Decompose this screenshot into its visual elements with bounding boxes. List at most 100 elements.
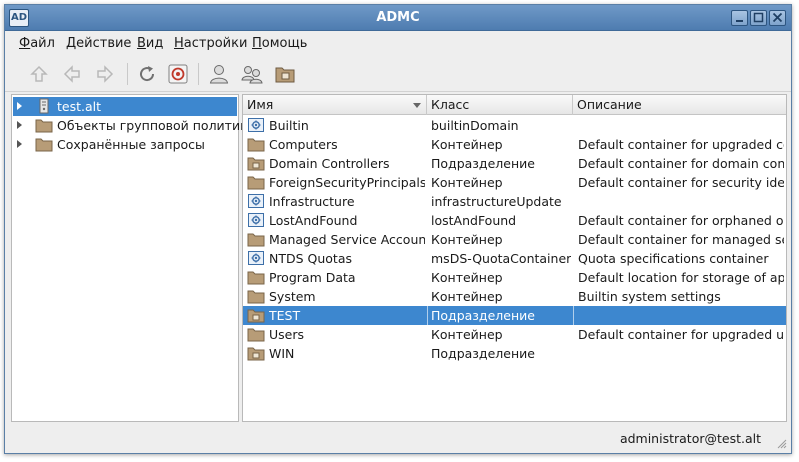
column-header-label: Класс <box>431 97 470 112</box>
new-group-button[interactable] <box>240 62 264 86</box>
table-row[interactable]: WIN Подразделение <box>243 344 786 363</box>
folder-icon <box>35 138 53 152</box>
forward-button[interactable] <box>93 62 117 86</box>
window-title: ADMC <box>376 10 420 25</box>
folder-icon <box>35 119 53 133</box>
folder-icon <box>247 138 265 152</box>
column-header-class[interactable]: Класс <box>427 95 573 115</box>
tree-item-saved-queries[interactable]: Сохранённые запросы <box>13 135 237 154</box>
column-header-label: Имя <box>247 97 274 112</box>
folder-icon <box>247 290 265 304</box>
builtin-icon <box>248 213 264 227</box>
cell-class: Подразделение <box>431 156 535 171</box>
cell-name: System <box>269 289 316 304</box>
back-icon <box>63 65 80 83</box>
table-row[interactable]: Managed Service Accounts Контейнер Default… <box>243 230 786 249</box>
toolbar <box>5 56 791 92</box>
menu-help[interactable]: Помощь <box>252 36 307 54</box>
title-bar[interactable]: AD ADMC <box>5 5 791 31</box>
list-header: Имя Класс Описание <box>243 95 786 115</box>
manual-search-icon <box>168 64 188 84</box>
cell-name: Users <box>269 327 305 342</box>
cell-description: Default container for domain contr... <box>578 156 784 171</box>
folder-icon <box>247 271 265 285</box>
forward-icon <box>97 65 114 83</box>
object-list: Имя Класс Описание Builtin builtinDomain C… <box>242 94 787 422</box>
cell-name: TEST <box>269 308 301 323</box>
table-row[interactable]: Infrastructure infrastructureUpdate <box>243 192 786 211</box>
column-divider <box>427 306 428 325</box>
minimize-button[interactable] <box>731 10 748 26</box>
cell-description: Default container for security ident... <box>578 175 784 190</box>
table-row[interactable]: TEST Подразделение <box>243 306 786 325</box>
new-user-icon <box>209 65 229 84</box>
new-ou-button[interactable] <box>273 62 297 86</box>
close-button[interactable] <box>769 10 786 26</box>
table-row[interactable]: Computers Контейнер Default container for … <box>243 135 786 154</box>
table-row[interactable]: NTDS Quotas msDS-QuotaContainer Quota spec… <box>243 249 786 268</box>
maximize-button[interactable] <box>750 10 767 26</box>
expand-arrow-icon[interactable] <box>17 140 22 148</box>
cell-description: Default container for managed ser... <box>578 232 784 247</box>
cell-name: ForeignSecurityPrincipals <box>269 175 425 190</box>
back-button[interactable] <box>60 62 84 86</box>
tree-item-label: test.alt <box>57 99 102 114</box>
cell-name: Domain Controllers <box>269 156 390 171</box>
refresh-icon <box>140 66 155 82</box>
menu-bar: Файл Действие Вид Настройки Помощь <box>5 32 791 56</box>
ou-icon <box>247 157 265 171</box>
table-row[interactable]: System Контейнер Builtin system settings <box>243 287 786 306</box>
minimize-icon <box>736 20 743 22</box>
cell-name: Program Data <box>269 270 356 285</box>
tree-item-domain[interactable]: test.alt <box>13 97 237 116</box>
table-row[interactable]: Users Контейнер Default container for upgr… <box>243 325 786 344</box>
cell-class: infrastructureUpdate <box>431 194 562 209</box>
menu-action[interactable]: Действие <box>66 36 131 54</box>
table-row[interactable]: LostAndFound lostAndFound Default containe… <box>243 211 786 230</box>
domain-icon <box>39 98 49 114</box>
column-header-description[interactable]: Описание <box>573 95 786 115</box>
menu-view[interactable]: Вид <box>137 36 163 54</box>
builtin-icon <box>248 251 264 265</box>
table-row[interactable]: Domain Controllers Подразделение Default c… <box>243 154 786 173</box>
cell-class: Контейнер <box>431 232 503 247</box>
new-group-icon <box>241 66 263 84</box>
cell-name: Builtin <box>269 118 309 133</box>
expand-arrow-icon[interactable] <box>17 102 22 110</box>
cell-class: lostAndFound <box>431 213 517 228</box>
cell-name: LostAndFound <box>269 213 358 228</box>
manual-search-button[interactable] <box>166 62 190 86</box>
toolbar-separator <box>127 63 128 85</box>
cell-class: Контейнер <box>431 137 503 152</box>
cell-class: Контейнер <box>431 327 503 342</box>
toolbar-separator <box>198 63 199 85</box>
cell-class: Контейнер <box>431 289 503 304</box>
cell-description: Quota specifications container <box>578 251 769 266</box>
cell-description: Default container for upgraded co... <box>578 137 784 152</box>
cell-description: Builtin system settings <box>578 289 721 304</box>
column-header-name[interactable]: Имя <box>243 95 427 115</box>
maximize-icon <box>753 12 764 23</box>
builtin-icon <box>248 194 264 208</box>
tree-item-label: Объекты групповой политики <box>57 118 256 133</box>
table-row[interactable]: Program Data Контейнер Default location fo… <box>243 268 786 287</box>
up-button[interactable] <box>27 62 51 86</box>
new-user-button[interactable] <box>207 62 231 86</box>
resize-grip-icon[interactable] <box>775 437 787 449</box>
menu-file[interactable]: Файл <box>19 36 55 54</box>
menu-settings[interactable]: Настройки <box>174 36 247 54</box>
status-user: administrator@test.alt <box>619 431 761 446</box>
cell-name: Computers <box>269 137 338 152</box>
table-row[interactable]: Builtin builtinDomain <box>243 116 786 135</box>
refresh-button[interactable] <box>135 62 159 86</box>
cell-name: Infrastructure <box>269 194 355 209</box>
column-divider <box>573 306 574 325</box>
folder-icon <box>247 233 265 247</box>
close-icon <box>772 12 783 23</box>
tree-item-group-policy[interactable]: Объекты групповой политики <box>13 116 256 135</box>
status-bar: administrator@test.alt <box>5 425 791 453</box>
expand-arrow-icon[interactable] <box>17 121 22 129</box>
table-row[interactable]: ForeignSecurityPrincipals Контейнер Defaul… <box>243 173 786 192</box>
cell-name: WIN <box>269 346 295 361</box>
cell-description: Default container for upgraded us... <box>578 327 784 342</box>
